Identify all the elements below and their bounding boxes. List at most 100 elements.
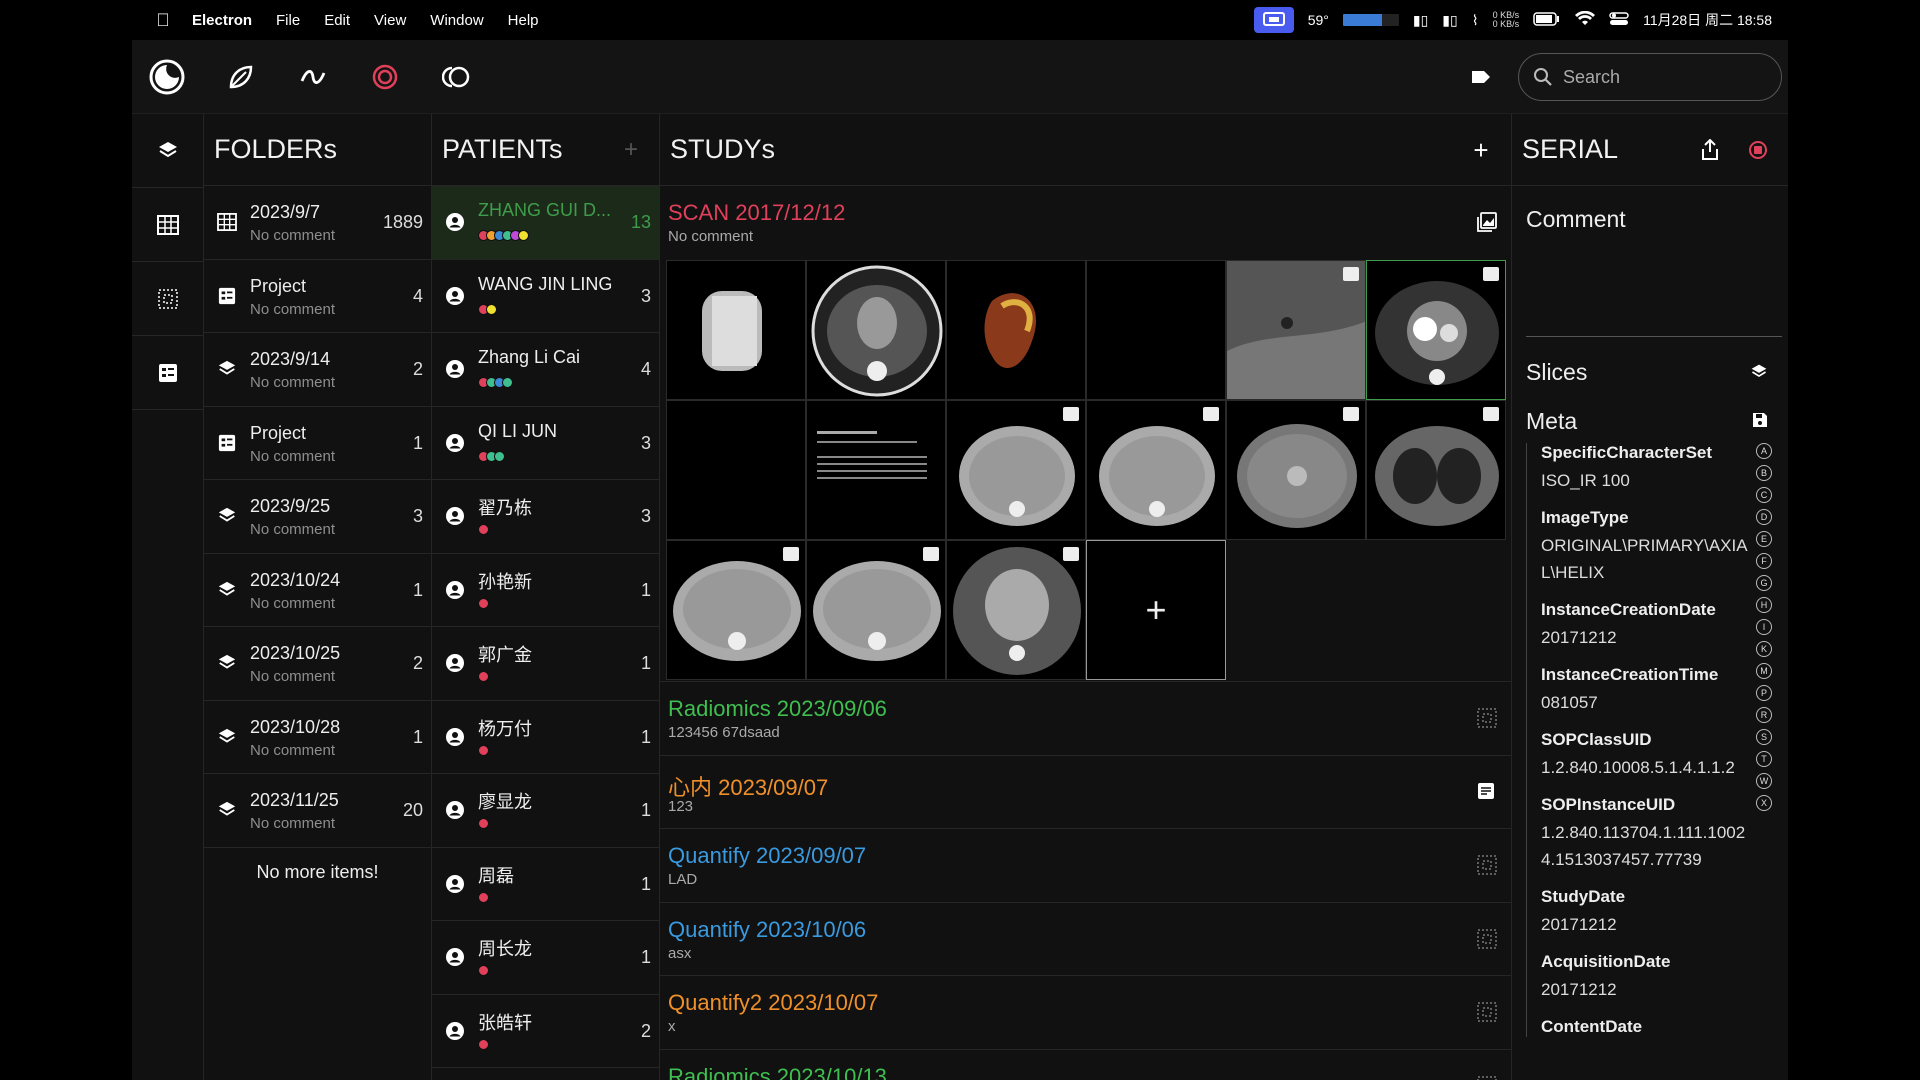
search-input[interactable] [1563,66,1753,88]
patient-row[interactable]: 张皓轩 2 [432,995,659,1068]
folder-row[interactable]: 2023/11/25 No comment 20 [204,774,431,848]
rings-icon[interactable] [438,58,476,96]
dot-grid-icon[interactable] [1477,708,1497,728]
patient-row[interactable]: 周磊 1 [432,848,659,921]
add-series-button[interactable]: + [1086,540,1226,680]
alpha-index-letter[interactable]: W [1756,773,1772,789]
alpha-index-letter[interactable]: S [1756,729,1772,745]
study-row[interactable]: Quantify 2023/09/07 LAD [660,829,1511,903]
folder-row[interactable]: 2023/10/24 No comment 1 [204,554,431,627]
study-row[interactable]: Quantify2 2023/10/07 x [660,976,1511,1050]
patient-row[interactable]: Zhang Li Cai 4 [432,333,659,407]
folder-row[interactable]: Project No comment 4 [204,260,431,333]
menu-help[interactable]: Help [508,12,539,29]
dot-grid-icon[interactable] [1477,929,1497,949]
record-icon[interactable] [1744,136,1772,164]
dot-grid-icon[interactable] [1477,1002,1497,1022]
menu-window[interactable]: Window [430,12,483,29]
datetime[interactable]: 11月28日 周二 18:58 [1643,10,1772,30]
series-thumbnail[interactable] [1226,400,1366,540]
alpha-index-letter[interactable]: I [1756,619,1772,635]
study-row[interactable]: Radiomics 2023/10/13 [660,1050,1511,1080]
series-thumbnail[interactable] [666,400,806,540]
menu-file[interactable]: File [276,12,300,29]
nav-project[interactable] [132,336,203,410]
nav-dots[interactable] [132,262,203,336]
study-row[interactable]: Radiomics 2023/09/06 123456 67dsaad [660,682,1511,756]
scan-study[interactable]: SCAN 2017/12/12 No comment + [660,186,1511,682]
comment-textarea[interactable] [1526,247,1782,337]
patient-row[interactable]: 孙艳新 1 [432,554,659,627]
menu-edit[interactable]: Edit [324,12,350,29]
series-thumbnail[interactable] [946,540,1086,680]
folder-row[interactable]: 2023/10/25 No comment 2 [204,627,431,701]
target-icon[interactable] [366,58,404,96]
search-box[interactable] [1518,53,1782,101]
folder-row[interactable]: 2023/9/25 No comment 3 [204,480,431,554]
alpha-index-letter[interactable]: P [1756,685,1772,701]
alpha-index-letter[interactable]: M [1756,663,1772,679]
alpha-index-letter[interactable]: X [1756,795,1772,811]
battery-icon[interactable] [1533,11,1561,29]
series-thumbnail[interactable] [946,260,1086,400]
app-name[interactable]: Electron [192,12,252,29]
series-thumbnail-selected[interactable] [1366,260,1506,400]
series-thumbnail[interactable] [946,400,1086,540]
apple-icon[interactable]:  [152,10,174,31]
series-thumbnail[interactable] [806,400,946,540]
study-row[interactable]: 心内 2023/09/07 123 [660,756,1511,829]
alpha-index-letter[interactable]: K [1756,641,1772,657]
patient-row[interactable]: QI LI JUN 3 [432,407,659,480]
document-icon[interactable] [1477,782,1497,802]
series-thumbnail[interactable] [806,540,946,680]
series-thumbnail[interactable] [666,540,806,680]
series-thumbnail[interactable] [1086,400,1226,540]
series-thumbnail[interactable] [666,260,806,400]
curve-icon[interactable] [294,58,332,96]
alpha-index-letter[interactable]: R [1756,707,1772,723]
menu-view[interactable]: View [374,12,406,29]
meta-section[interactable]: Meta [1512,408,1788,435]
alpha-index-letter[interactable]: C [1756,487,1772,503]
patient-row[interactable]: 郭广金 1 [432,627,659,701]
patient-row[interactable]: 翟乃栋 3 [432,480,659,554]
dot-grid-icon[interactable] [1477,855,1497,875]
add-patient-button[interactable]: + [617,136,645,164]
alpha-index-letter[interactable]: D [1756,509,1772,525]
alpha-index-letter[interactable]: G [1756,575,1772,591]
folder-row[interactable]: Project No comment 1 [204,407,431,480]
slices-section[interactable]: Slices [1512,359,1788,386]
save-icon[interactable] [1752,412,1768,428]
control-center-icon[interactable] [1609,11,1629,30]
alpha-index-letter[interactable]: B [1756,465,1772,481]
series-thumbnail[interactable] [806,260,946,400]
alpha-index-letter[interactable]: H [1756,597,1772,613]
patient-row[interactable]: 杨万付 1 [432,701,659,774]
alpha-index-letter[interactable]: A [1756,443,1772,459]
alpha-index-letter[interactable]: F [1756,553,1772,569]
add-study-button[interactable]: + [1467,135,1495,165]
dot-grid-icon[interactable] [1477,1076,1497,1080]
nav-grid[interactable] [132,188,203,262]
folder-row[interactable]: 2023/10/28 No comment 1 [204,701,431,774]
leaf-icon[interactable] [222,58,260,96]
alpha-index-letter[interactable]: T [1756,751,1772,767]
tag-icon[interactable] [1462,58,1500,96]
study-row[interactable]: Quantify 2023/10/06 asx [660,903,1511,976]
patient-row[interactable]: 周长龙 1 [432,921,659,995]
series-thumbnail[interactable] [1226,260,1366,400]
series-thumbnail[interactable] [1086,260,1226,400]
nav-layers[interactable] [132,114,203,188]
gallery-icon[interactable] [1477,212,1497,232]
folder-row[interactable]: 2023/9/7 No comment 1889 [204,186,431,260]
wifi-icon[interactable] [1575,10,1596,30]
screen-icon[interactable] [1253,7,1294,33]
patient-row[interactable]: 廖显龙 1 [432,774,659,848]
patient-row[interactable]: WANG JIN LING 3 [432,260,659,333]
series-thumbnail[interactable] [1366,400,1506,540]
alpha-index-letter[interactable]: E [1756,531,1772,547]
share-icon[interactable] [1696,136,1724,164]
folder-row[interactable]: 2023/9/14 No comment 2 [204,333,431,407]
patient-row[interactable]: ZHANG GUI D... 13 [432,186,659,260]
moon-logo-icon[interactable] [148,58,186,96]
